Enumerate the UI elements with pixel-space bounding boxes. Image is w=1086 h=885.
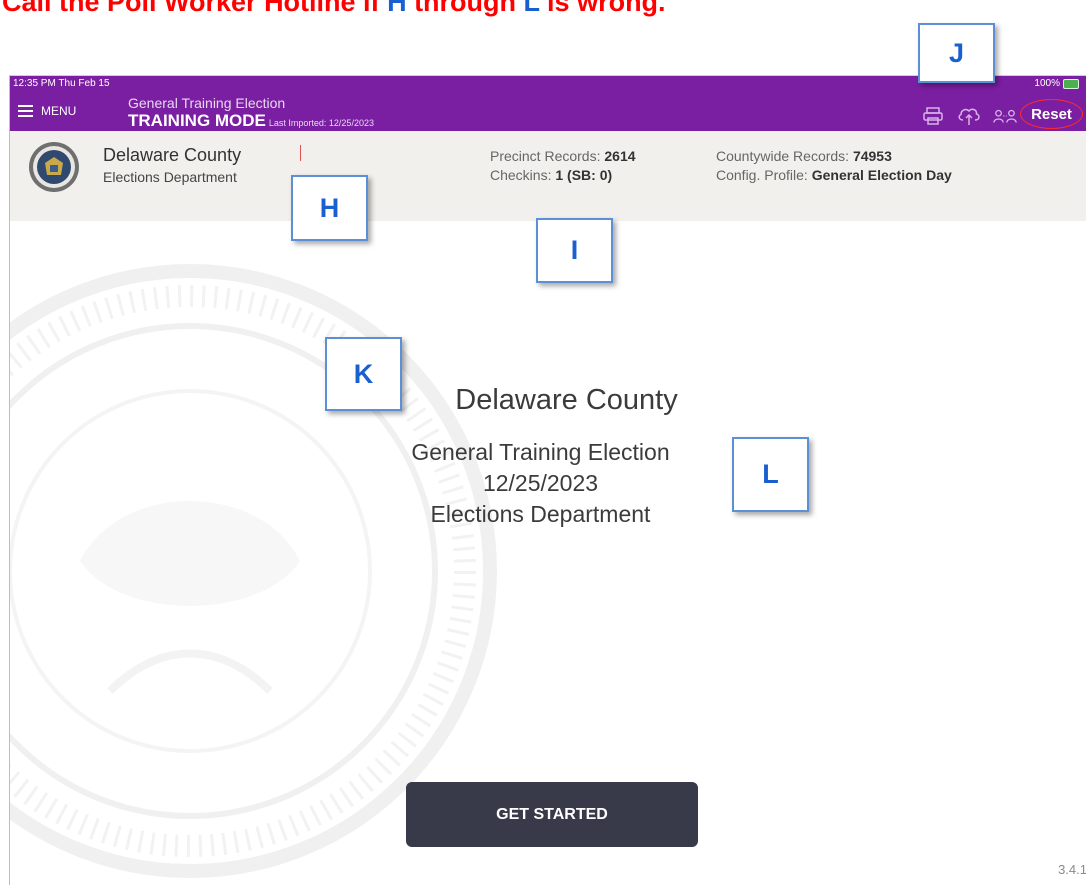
countywide-records-value: 74953 — [852, 148, 892, 164]
get-started-button[interactable]: GET STARTED — [406, 782, 698, 847]
callout-k: K — [325, 337, 402, 411]
printer-icon[interactable] — [921, 106, 945, 126]
county-name: Delaware County — [103, 145, 242, 165]
countywide-records-row: Countywide Records: 74953 — [716, 147, 952, 166]
county-department: Elections Department — [103, 169, 237, 185]
checkins-label: Checkins: — [490, 167, 556, 183]
battery-icon — [1063, 78, 1079, 89]
banner-rest: is wrong. — [539, 0, 666, 17]
callout-i: I — [536, 218, 613, 283]
cloud-upload-icon[interactable] — [957, 106, 981, 126]
county-info-bar: Delaware County Elections Department Pre… — [10, 131, 1086, 221]
last-imported: Last Imported: 12/25/2023 — [268, 118, 374, 128]
banner-l: L — [523, 0, 540, 17]
people-icon[interactable] — [993, 106, 1017, 126]
precinct-stats: Precinct Records: 2614 Checkins: 1 (SB: … — [490, 147, 636, 185]
header-bar: 12:35 PM Thu Feb 15 100% MENU General Tr… — [10, 76, 1086, 131]
county-seal-icon — [29, 142, 79, 192]
menu-label: MENU — [41, 104, 77, 118]
main-county-title: Delaware County — [455, 384, 678, 416]
banner-text-1: Call the Poll Worker Hotline if — [2, 0, 388, 17]
config-profile-value: General Election Day — [811, 167, 952, 183]
training-mode-row: TRAINING MODE Last Imported: 12/25/2023 — [128, 111, 374, 131]
toolbar-icons — [921, 106, 1017, 126]
main-election-name: General Training Election — [411, 439, 670, 465]
countywide-stats: Countywide Records: 74953 Config. Profil… — [716, 147, 952, 185]
checkins-row: Checkins: 1 (SB: 0) — [490, 166, 636, 185]
main-content: Delaware County General Training Electio… — [10, 221, 1086, 885]
menu-button[interactable]: MENU — [18, 104, 76, 118]
tablet-screen: 12:35 PM Thu Feb 15 100% MENU General Tr… — [9, 75, 1086, 885]
reset-button[interactable]: Reset — [1020, 99, 1083, 129]
status-time: 12:35 PM Thu Feb 15 — [13, 78, 110, 89]
callout-h: H — [291, 175, 368, 241]
hamburger-icon — [18, 105, 33, 117]
callout-j: J — [918, 23, 995, 83]
config-profile-row: Config. Profile: General Election Day — [716, 166, 952, 185]
banner-h: H — [387, 0, 407, 17]
battery-percent: 100% — [1034, 78, 1060, 89]
instruction-banner: Call the Poll Worker Hotline if H throug… — [0, 0, 1086, 17]
callout-l: L — [732, 437, 809, 512]
countywide-records-label: Countywide Records: — [716, 148, 853, 164]
precinct-records-row: Precinct Records: 2614 — [490, 147, 636, 166]
election-title: General Training Election — [128, 95, 286, 111]
precinct-records-value: 2614 — [604, 148, 636, 164]
red-divider — [300, 145, 301, 161]
battery-status: 100% — [1034, 78, 1079, 89]
precinct-records-label: Precinct Records: — [490, 148, 605, 164]
app-version: 3.4.1 — [1058, 862, 1086, 877]
training-mode-label: TRAINING MODE — [128, 111, 266, 130]
checkins-value: 1 (SB: 0) — [555, 167, 613, 183]
main-election-date: 12/25/2023 — [482, 470, 599, 496]
config-profile-label: Config. Profile: — [716, 167, 812, 183]
main-department: Elections Department — [430, 501, 651, 527]
banner-through: through — [406, 0, 524, 17]
